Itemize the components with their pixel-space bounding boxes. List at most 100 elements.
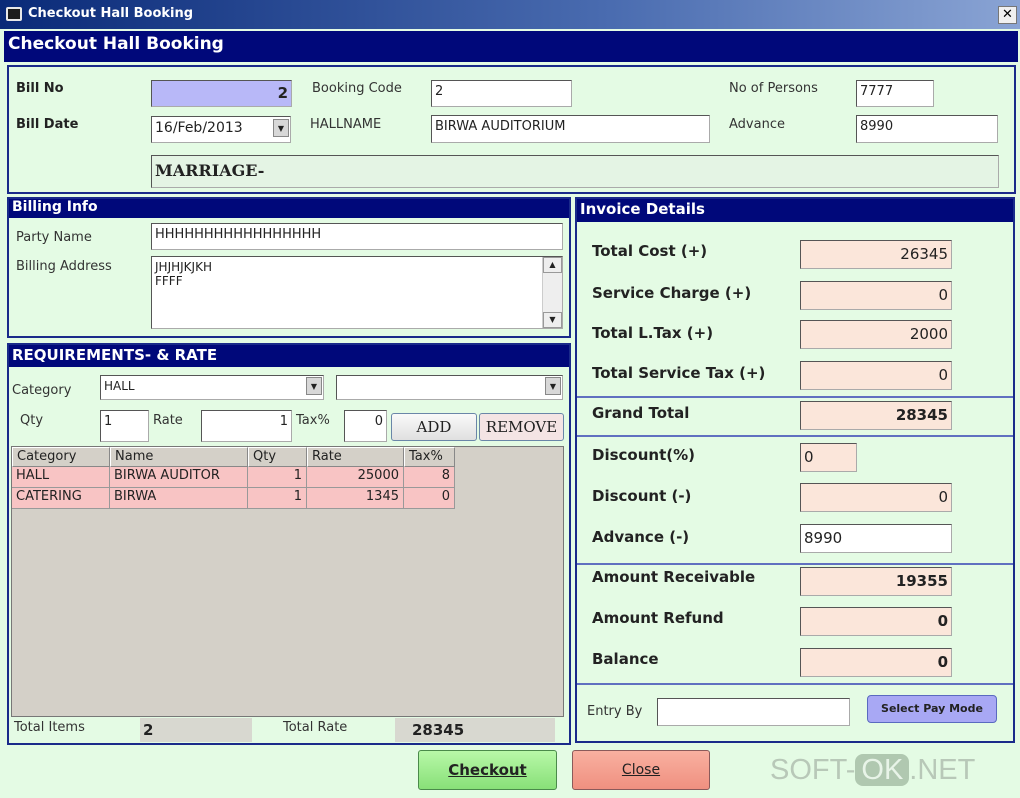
chevron-down-icon[interactable]: ▼ <box>545 377 561 395</box>
discount-pct-label: Discount(%) <box>592 446 695 464</box>
watermark-text: .NET <box>909 754 976 786</box>
party-name-input[interactable]: HHHHHHHHHHHHHHHHH <box>151 223 563 250</box>
event-field[interactable]: MARRIAGE- <box>151 155 999 188</box>
refund-input[interactable]: 0 <box>800 607 952 636</box>
billing-address-textarea[interactable]: JHJHJKJKH FFFF ▲ ▼ <box>151 256 563 329</box>
divider <box>577 396 1013 398</box>
category-value: HALL <box>104 379 135 393</box>
ltax-input[interactable]: 2000 <box>800 320 952 349</box>
advance-label: Advance (-) <box>592 528 690 546</box>
checkout-button[interactable]: Checkout <box>418 750 557 790</box>
category-select[interactable]: HALL ▼ <box>100 375 324 400</box>
column-header[interactable]: Tax% <box>404 447 455 467</box>
table-cell[interactable]: 25000 <box>307 467 404 488</box>
party-name-label: Party Name <box>16 230 92 245</box>
rate-label: Rate <box>153 413 183 428</box>
window-close-button[interactable]: ✕ <box>998 6 1017 24</box>
bill-date-value: 16/Feb/2013 <box>155 120 243 136</box>
divider <box>577 563 1013 565</box>
stax-input[interactable]: 0 <box>800 361 952 390</box>
refund-label: Amount Refund <box>592 609 724 627</box>
entry-by-label: Entry By <box>587 704 643 719</box>
discount-label: Discount (-) <box>592 487 692 505</box>
address-line: JHJHJKJKH <box>155 260 212 274</box>
bill-date-label: Bill Date <box>16 117 79 132</box>
window-titlebar: Checkout Hall Booking <box>0 0 1020 29</box>
ltax-label: Total L.Tax (+) <box>592 324 714 342</box>
hallname-label: HALLNAME <box>310 117 382 132</box>
scrollbar[interactable]: ▲ ▼ <box>542 257 562 328</box>
table-cell[interactable]: BIRWA <box>110 488 248 509</box>
bill-no-input[interactable]: 2 <box>151 80 292 107</box>
invoice-title: Invoice Details <box>577 199 1013 222</box>
table-cell[interactable]: HALL <box>12 467 110 488</box>
category-label: Category <box>12 383 72 398</box>
balance-label: Balance <box>592 650 659 668</box>
discount-pct-input[interactable]: 0 <box>800 443 857 472</box>
table-cell[interactable]: 1 <box>248 488 307 509</box>
scroll-down-icon[interactable]: ▼ <box>543 312 562 328</box>
requirements-grid[interactable]: Category Name Qty Rate Tax% HALL BIRWA AUDITOR… <box>11 446 564 717</box>
receivable-input[interactable]: 19355 <box>800 567 952 596</box>
table-cell[interactable]: 0 <box>404 488 455 509</box>
add-button[interactable]: ADD <box>391 413 477 441</box>
close-button[interactable]: Close <box>572 750 710 790</box>
chevron-down-icon[interactable]: ▼ <box>306 377 322 395</box>
bill-date-picker[interactable]: 16/Feb/2013 ▼ <box>151 116 291 143</box>
booking-code-label: Booking Code <box>312 81 402 96</box>
column-header[interactable]: Category <box>12 447 110 467</box>
table-cell[interactable]: 1345 <box>307 488 404 509</box>
entry-by-input[interactable] <box>657 698 850 726</box>
booking-code-input[interactable]: 2 <box>431 80 572 107</box>
qty-input[interactable]: 1 <box>100 410 149 442</box>
table-cell[interactable]: 1 <box>248 467 307 488</box>
table-cell[interactable]: BIRWA AUDITOR <box>110 467 248 488</box>
total-rate-value: 28345 <box>395 718 555 742</box>
total-cost-input[interactable]: 26345 <box>800 240 952 269</box>
stax-label: Total Service Tax (+) <box>592 364 766 382</box>
persons-input[interactable]: 7777 <box>856 80 934 107</box>
hallname-input[interactable]: BIRWA AUDITORIUM <box>431 115 710 143</box>
discount-input[interactable]: 0 <box>800 483 952 512</box>
chevron-down-icon[interactable]: ▼ <box>273 119 289 137</box>
requirements-title: REQUIREMENTS- & RATE <box>9 345 569 367</box>
total-items-label: Total Items <box>14 720 85 735</box>
watermark: SOFT- OK .NET <box>770 754 975 787</box>
balance-input[interactable]: 0 <box>800 648 952 677</box>
page-header: Checkout Hall Booking <box>4 31 1018 62</box>
grand-total-label: Grand Total <box>592 404 690 422</box>
service-charge-label: Service Charge (+) <box>592 284 752 302</box>
rate-input[interactable]: 1 <box>201 410 292 442</box>
watermark-text: SOFT- <box>770 754 856 786</box>
receivable-label: Amount Receivable <box>592 568 756 586</box>
table-cell[interactable]: CATERING <box>12 488 110 509</box>
page-title: Checkout Hall Booking <box>8 34 224 54</box>
column-header[interactable]: Name <box>110 447 248 467</box>
column-header[interactable]: Rate <box>307 447 404 467</box>
persons-label: No of Persons <box>729 81 818 96</box>
tax-input[interactable]: 0 <box>344 410 387 442</box>
qty-label: Qty <box>20 413 44 428</box>
column-header[interactable]: Qty <box>248 447 307 467</box>
table-cell[interactable]: 8 <box>404 467 455 488</box>
divider <box>577 435 1013 437</box>
remove-button[interactable]: REMOVE <box>479 413 564 441</box>
grand-total-input[interactable]: 28345 <box>800 401 952 430</box>
billing-address-label: Billing Address <box>16 259 112 274</box>
watermark-text: OK <box>855 754 910 786</box>
select-pay-mode-button[interactable]: Select Pay Mode <box>867 695 997 723</box>
billing-title: Billing Info <box>9 199 569 218</box>
subcategory-select[interactable]: ▼ <box>336 375 563 400</box>
address-line: FFFF <box>155 274 183 288</box>
total-rate-label: Total Rate <box>283 720 348 735</box>
advance-input[interactable]: 8990 <box>856 115 998 143</box>
total-items-value: 2 <box>140 718 252 742</box>
window-title: Checkout Hall Booking <box>28 6 194 21</box>
advance-input[interactable]: 8990 <box>800 524 952 553</box>
tax-label: Tax% <box>296 413 330 428</box>
total-cost-label: Total Cost (+) <box>592 242 708 260</box>
advance-label: Advance <box>729 117 785 132</box>
app-icon <box>6 7 22 21</box>
scroll-up-icon[interactable]: ▲ <box>543 257 562 273</box>
service-charge-input[interactable]: 0 <box>800 281 952 310</box>
